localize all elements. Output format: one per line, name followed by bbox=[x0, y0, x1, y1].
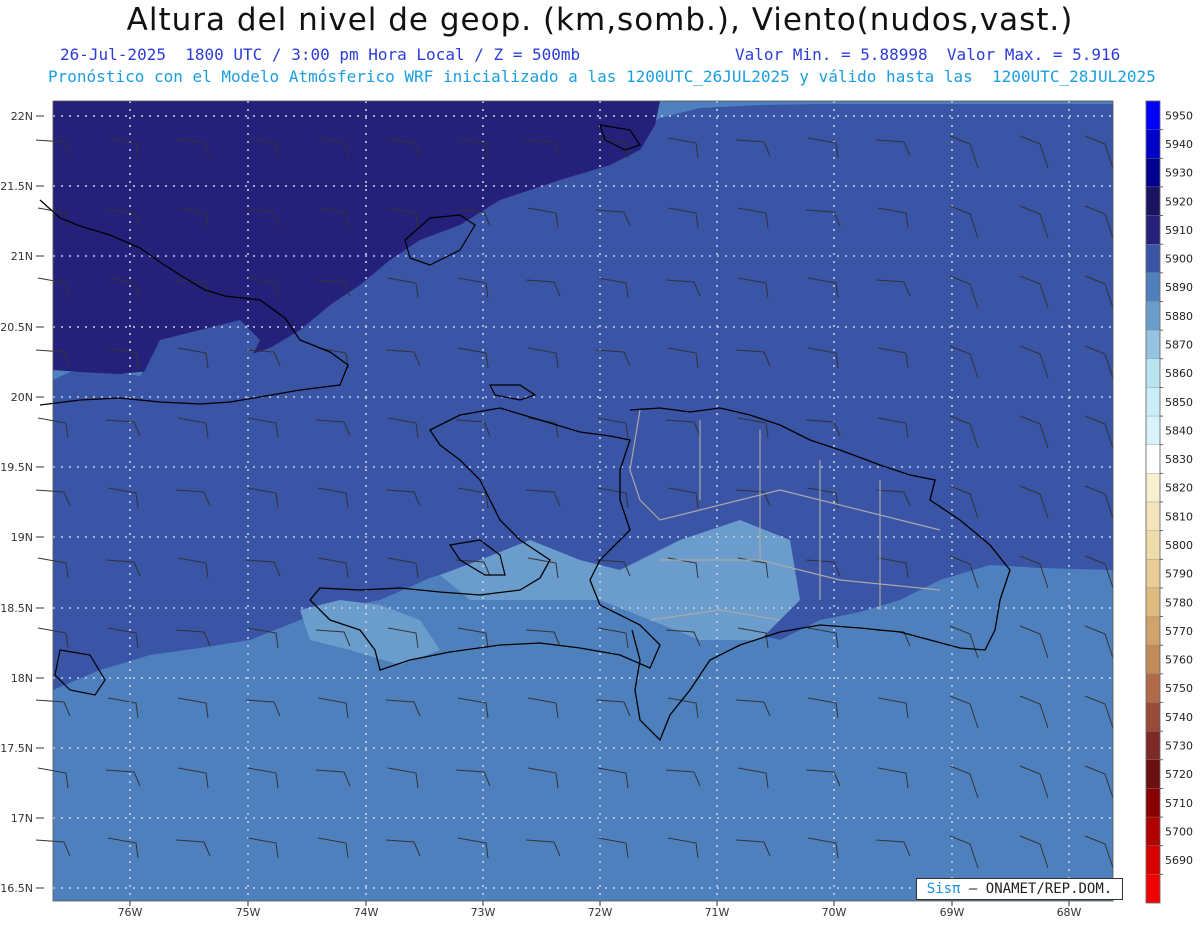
colorbar-label: 5790 bbox=[1165, 568, 1193, 581]
colorbar-label: 5850 bbox=[1165, 396, 1193, 409]
colorbar-label: 5770 bbox=[1165, 625, 1193, 638]
colorbar-swatch bbox=[1145, 158, 1161, 188]
colorbar-swatch bbox=[1145, 387, 1161, 417]
colorbar-swatch bbox=[1145, 759, 1161, 789]
credit-text: – ONAMET/REP.DOM. bbox=[968, 881, 1113, 897]
colorbar-label: 5730 bbox=[1165, 739, 1193, 752]
colorbar-swatch bbox=[1145, 272, 1161, 302]
colorbar-label: 5710 bbox=[1165, 797, 1193, 810]
colorbar-label: 5700 bbox=[1165, 825, 1193, 838]
colorbar-label: 5820 bbox=[1165, 482, 1193, 495]
colorbar-swatch bbox=[1145, 673, 1161, 703]
colorbar-swatch bbox=[1145, 587, 1161, 617]
lat-label: 17.5N bbox=[0, 742, 33, 755]
colorbar-label: 5880 bbox=[1165, 310, 1193, 323]
colorbar-label: 5740 bbox=[1165, 711, 1193, 724]
colorbar-swatch bbox=[1145, 244, 1161, 274]
colorbar-label: 5910 bbox=[1165, 224, 1193, 237]
lat-label: 21N bbox=[11, 250, 33, 263]
colorbar-label: 5890 bbox=[1165, 281, 1193, 294]
colorbar-swatch bbox=[1145, 559, 1161, 589]
lat-label: 20.5N bbox=[0, 321, 33, 334]
colorbar-swatch bbox=[1145, 415, 1161, 445]
lat-label: 17N bbox=[11, 812, 33, 825]
lon-label: 72W bbox=[588, 906, 613, 919]
colorbar-label: 5750 bbox=[1165, 682, 1193, 695]
colorbar-swatch bbox=[1145, 301, 1161, 331]
colorbar-label: 5860 bbox=[1165, 367, 1193, 380]
colorbar-swatch bbox=[1145, 702, 1161, 732]
colorbar-label: 5930 bbox=[1165, 167, 1193, 180]
colorbar-swatch bbox=[1145, 816, 1161, 846]
datetime-line: 26-Jul-2025 1800 UTC / 3:00 pm Hora Loca… bbox=[60, 45, 581, 64]
weather-map: 22N 21.5N 21N 20.5N 20N 19.5N 19N 18.5N 18N 17.5N… bbox=[0, 100, 1193, 919]
colorbar-swatch bbox=[1145, 845, 1161, 875]
lat-label: 21.5N bbox=[0, 180, 33, 193]
colorbar-swatch bbox=[1145, 501, 1161, 531]
lat-label: 20N bbox=[11, 391, 33, 404]
lon-label: 74W bbox=[354, 906, 379, 919]
map-title: Altura del nivel de geop. (km,somb.), Vi… bbox=[126, 2, 1074, 38]
lon-label: 71W bbox=[705, 906, 730, 919]
lat-label: 19.5N bbox=[0, 461, 33, 474]
lon-label: 75W bbox=[236, 906, 261, 919]
colorbar-swatch bbox=[1145, 100, 1161, 130]
colorbar-label: 5920 bbox=[1165, 195, 1193, 208]
lon-label: 70W bbox=[822, 906, 847, 919]
colorbar-swatch bbox=[1145, 616, 1161, 646]
colorbar-label: 5690 bbox=[1165, 854, 1193, 867]
colorbar-label: 5800 bbox=[1165, 539, 1193, 552]
colorbar-swatch bbox=[1145, 788, 1161, 818]
lat-label: 16.5N bbox=[0, 882, 33, 895]
credit-box: Sisπ – ONAMET/REP.DOM. bbox=[916, 878, 1123, 900]
colorbar-swatch bbox=[1145, 444, 1161, 474]
colorbar-swatch bbox=[1145, 645, 1161, 675]
colorbar-label: 5950 bbox=[1165, 109, 1193, 122]
colorbar-label: 5830 bbox=[1165, 453, 1193, 466]
colorbar-label: 5870 bbox=[1165, 338, 1193, 351]
colorbar-label: 5810 bbox=[1165, 510, 1193, 523]
colorbar-label: 5760 bbox=[1165, 654, 1193, 667]
lon-label: 76W bbox=[118, 906, 143, 919]
colorbar-label: 5780 bbox=[1165, 596, 1193, 609]
colorbar-swatch bbox=[1145, 874, 1161, 904]
colorbar-swatch bbox=[1145, 473, 1161, 503]
colorbar-swatch bbox=[1145, 215, 1161, 245]
colorbar-swatch bbox=[1145, 730, 1161, 760]
colorbar-swatch bbox=[1145, 186, 1161, 216]
colorbar-label: 5840 bbox=[1165, 424, 1193, 437]
model-info-line: Pronóstico con el Modelo Atmósferico WRF… bbox=[48, 67, 1156, 86]
colorbar-label: 5900 bbox=[1165, 253, 1193, 266]
lat-label: 19N bbox=[11, 531, 33, 544]
colorbar-swatch bbox=[1145, 329, 1161, 359]
lat-label: 22N bbox=[11, 110, 33, 123]
colorbar-swatch bbox=[1145, 530, 1161, 560]
brand-logo: Sisπ bbox=[926, 881, 961, 897]
colorbar-swatch bbox=[1145, 129, 1161, 159]
lon-label: 73W bbox=[471, 906, 496, 919]
minmax-line: Valor Min. = 5.88998 Valor Max. = 5.916 bbox=[735, 45, 1121, 64]
colorbar-swatch bbox=[1145, 358, 1161, 388]
lon-label: 68W bbox=[1057, 906, 1082, 919]
lat-label: 18N bbox=[11, 672, 33, 685]
lon-label: 69W bbox=[940, 906, 965, 919]
colorbar-label: 5720 bbox=[1165, 768, 1193, 781]
lat-label: 18.5N bbox=[0, 602, 33, 615]
colorbar-label: 5940 bbox=[1165, 138, 1193, 151]
